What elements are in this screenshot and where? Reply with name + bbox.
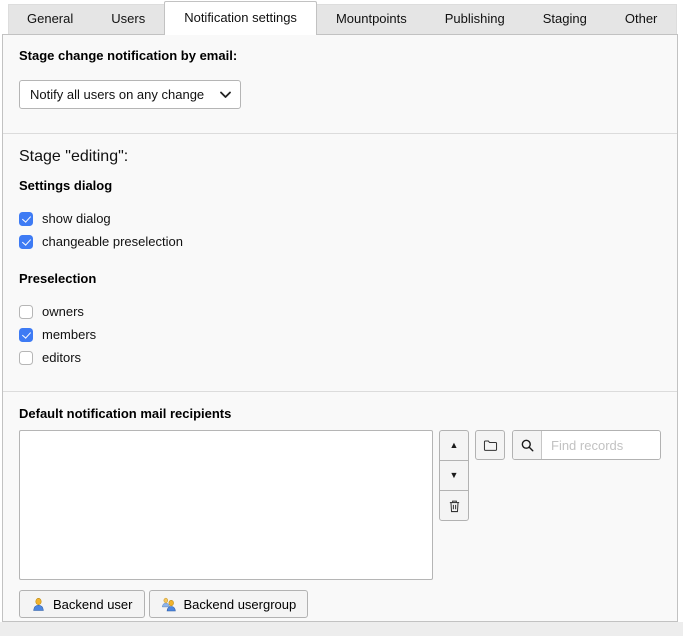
browse-records-button[interactable] — [475, 430, 505, 460]
checkbox-row-show-dialog: show dialog — [19, 211, 661, 226]
tab-mountpoints[interactable]: Mountpoints — [317, 4, 426, 34]
recipients-heading: Default notification mail recipients — [19, 406, 661, 421]
owners-label: owners — [42, 304, 84, 319]
editors-checkbox[interactable] — [19, 351, 33, 365]
move-up-button[interactable]: ▲ — [439, 430, 469, 461]
notification-select-wrap: Notify all users on any change — [19, 80, 241, 109]
stage-editing-heading: Stage "editing": — [19, 148, 661, 166]
search-button[interactable] — [513, 431, 542, 459]
find-records-group — [512, 430, 661, 460]
editors-label: editors — [42, 350, 81, 365]
settings-panel: Stage change notification by email: Noti… — [2, 34, 678, 622]
preselection-heading: Preselection — [19, 271, 661, 286]
show-dialog-label: show dialog — [42, 211, 111, 226]
arrow-down-icon: ▼ — [450, 471, 459, 480]
changeable-preselection-label: changeable preselection — [42, 234, 183, 249]
stage-editing-section: Stage "editing": Settings dialog show di… — [3, 134, 677, 392]
recipients-section: Default notification mail recipients ▲ ▼ — [3, 392, 677, 618]
settings-dialog-heading: Settings dialog — [19, 178, 661, 193]
checkbox-row-owners: owners — [19, 304, 661, 319]
bottom-strip — [0, 622, 683, 636]
recipients-controls: ▲ ▼ — [439, 430, 661, 521]
move-down-button[interactable]: ▼ — [439, 460, 469, 491]
checkbox-row-editors: editors — [19, 350, 661, 365]
members-label: members — [42, 327, 96, 342]
backend-user-label: Backend user — [53, 597, 133, 612]
tab-staging[interactable]: Staging — [524, 4, 606, 34]
tab-publishing[interactable]: Publishing — [426, 4, 524, 34]
magnifier-icon — [520, 438, 535, 453]
checkbox-row-changeable-preselection: changeable preselection — [19, 234, 661, 249]
tab-strip: General Users Notification settings Moun… — [8, 4, 677, 34]
trash-icon — [448, 499, 461, 513]
people-icon — [161, 597, 177, 612]
tab-other[interactable]: Other — [606, 4, 677, 34]
tab-general[interactable]: General — [8, 4, 92, 34]
owners-checkbox[interactable] — [19, 305, 33, 319]
notification-mode-select[interactable]: Notify all users on any change — [19, 80, 241, 109]
recipients-listbox[interactable] — [19, 430, 433, 580]
tab-users[interactable]: Users — [92, 4, 164, 34]
reorder-button-group: ▲ ▼ — [439, 430, 469, 521]
checkbox-row-members: members — [19, 327, 661, 342]
recipients-row: ▲ ▼ — [19, 430, 661, 580]
arrow-up-icon: ▲ — [450, 441, 459, 450]
members-checkbox[interactable] — [19, 328, 33, 342]
changeable-preselection-checkbox[interactable] — [19, 235, 33, 249]
backend-user-button[interactable]: Backend user — [19, 590, 145, 618]
email-notification-heading: Stage change notification by email: — [19, 48, 661, 63]
backend-usergroup-label: Backend usergroup — [184, 597, 297, 612]
delete-button[interactable] — [439, 490, 469, 521]
show-dialog-checkbox[interactable] — [19, 212, 33, 226]
backend-usergroup-button[interactable]: Backend usergroup — [149, 590, 309, 618]
folder-icon — [483, 439, 498, 452]
add-record-buttons: Backend user Backend usergroup — [19, 590, 661, 618]
person-icon — [31, 597, 46, 612]
tab-notification-settings[interactable]: Notification settings — [164, 1, 317, 35]
email-notification-section: Stage change notification by email: Noti… — [3, 35, 677, 134]
find-records-input[interactable] — [542, 431, 660, 459]
tab-bar: General Users Notification settings Moun… — [0, 0, 683, 34]
